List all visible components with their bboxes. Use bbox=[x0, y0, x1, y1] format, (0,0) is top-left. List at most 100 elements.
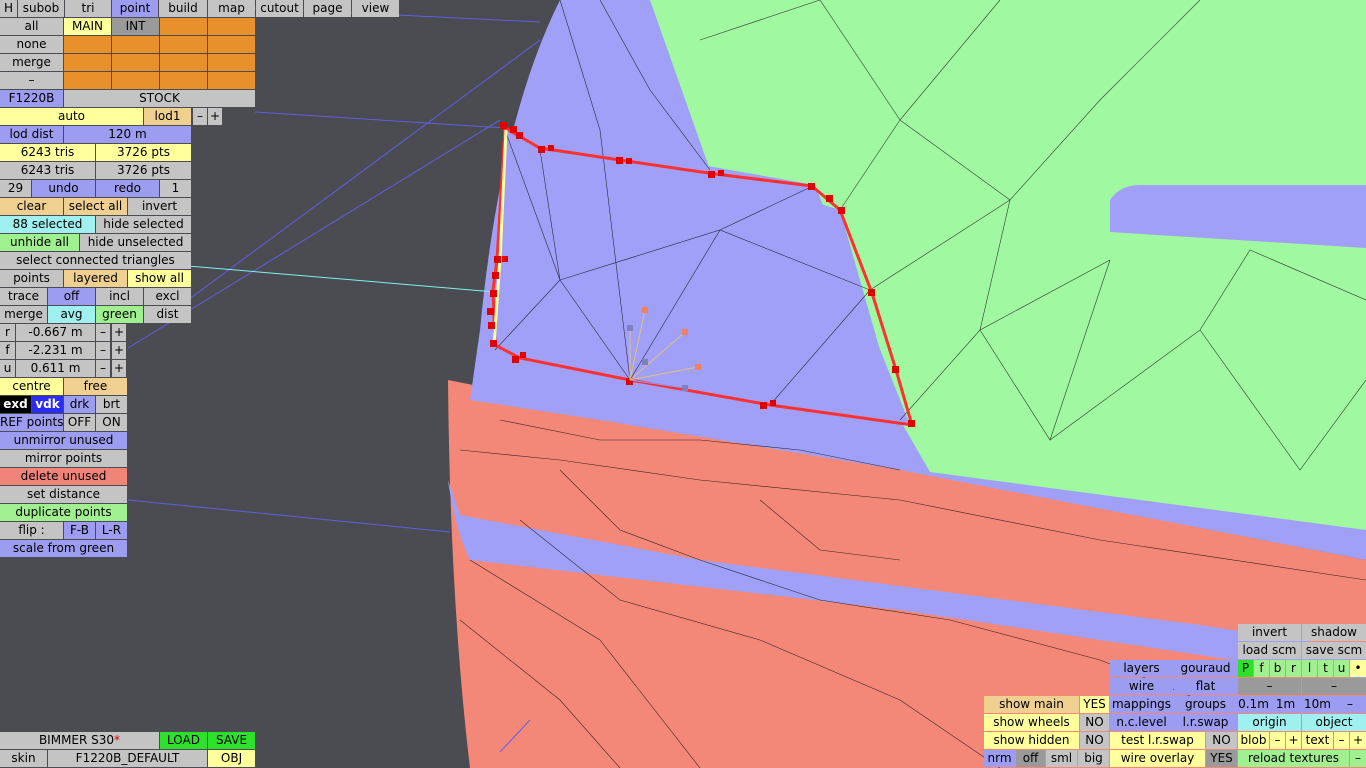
layer-cell[interactable] bbox=[208, 72, 255, 89]
layer-cell[interactable] bbox=[160, 72, 207, 89]
layer-cell[interactable] bbox=[160, 18, 207, 35]
load-button[interactable]: LOAD bbox=[160, 732, 207, 749]
menu-build[interactable]: build bbox=[159, 0, 207, 17]
blob-minus[interactable]: – bbox=[1270, 732, 1285, 749]
ref-points-off[interactable]: OFF bbox=[64, 414, 95, 431]
coord-u-value[interactable]: 0.611 m bbox=[16, 360, 95, 377]
undo-button[interactable]: undo bbox=[32, 180, 95, 197]
invert-button[interactable]: invert bbox=[1238, 624, 1301, 641]
coord-f-value[interactable]: -2.231 m bbox=[16, 342, 95, 359]
shadow-button[interactable]: shadow bbox=[1302, 624, 1366, 641]
display-brt[interactable]: brt bbox=[96, 396, 127, 413]
merge-label[interactable]: merge bbox=[0, 306, 47, 323]
load-scm-button[interactable]: load scm bbox=[1238, 642, 1301, 659]
menu-tri[interactable]: tri bbox=[65, 0, 111, 17]
big-button[interactable]: big bbox=[1078, 750, 1109, 767]
flag-t[interactable]: t bbox=[1318, 660, 1333, 677]
flag-u[interactable]: u bbox=[1334, 660, 1349, 677]
redo-button[interactable]: redo bbox=[96, 180, 159, 197]
layer-cell[interactable] bbox=[160, 36, 207, 53]
lod-dist-label[interactable]: lod dist bbox=[0, 126, 63, 143]
layer-main[interactable]: MAIN bbox=[64, 18, 111, 35]
coord-r-plus[interactable]: + bbox=[112, 324, 126, 341]
layer-cell[interactable] bbox=[112, 72, 159, 89]
text-button[interactable]: text bbox=[1302, 732, 1333, 749]
layer-all-button[interactable]: all bbox=[0, 18, 63, 35]
merge-dist[interactable]: dist bbox=[144, 306, 191, 323]
show-all-button[interactable]: show all bbox=[128, 270, 191, 287]
test-lr-swap-button[interactable]: test l.r.swap bbox=[1110, 732, 1205, 749]
show-main-value[interactable]: YES bbox=[1080, 696, 1109, 713]
show-main-button[interactable]: show main bbox=[984, 696, 1079, 713]
test-lr-swap-value[interactable]: NO bbox=[1206, 732, 1237, 749]
off-button[interactable]: off bbox=[1016, 750, 1045, 767]
layer-int[interactable]: INT bbox=[112, 18, 159, 35]
display-exd[interactable]: exd bbox=[0, 396, 31, 413]
gouraud-button[interactable]: gouraud bbox=[1174, 660, 1237, 677]
merge-green[interactable]: green bbox=[96, 306, 143, 323]
flag-dot[interactable]: • bbox=[1350, 660, 1366, 677]
select-connected-triangles-button[interactable]: select connected triangles bbox=[0, 252, 191, 269]
reload-textures-button[interactable]: reload textures bbox=[1238, 750, 1349, 767]
unhide-all-button[interactable]: unhide all bbox=[0, 234, 79, 251]
delete-unused-button[interactable]: delete unused bbox=[0, 468, 127, 485]
mirror-points-button[interactable]: mirror points bbox=[0, 450, 127, 467]
trace-label[interactable]: trace bbox=[0, 288, 47, 305]
dash-button-1[interactable]: – bbox=[1238, 678, 1301, 695]
mappings-button[interactable]: mappings bbox=[1110, 696, 1173, 713]
lod-level[interactable]: lod1 bbox=[144, 108, 191, 125]
coord-u-plus[interactable]: + bbox=[112, 360, 126, 377]
obj-button[interactable]: OBJ bbox=[208, 750, 255, 767]
save-scm-button[interactable]: save scm bbox=[1302, 642, 1366, 659]
reload-minus[interactable]: – bbox=[1350, 750, 1366, 767]
layer-cell[interactable] bbox=[64, 72, 111, 89]
show-hidden-button[interactable]: show hidden bbox=[984, 732, 1079, 749]
layer-cell[interactable] bbox=[208, 18, 255, 35]
show-hidden-value[interactable]: NO bbox=[1080, 732, 1109, 749]
sml-button[interactable]: sml bbox=[1046, 750, 1077, 767]
coord-f-minus[interactable]: – bbox=[96, 342, 110, 359]
layer-cell[interactable] bbox=[112, 54, 159, 71]
select-all-button[interactable]: select all bbox=[64, 198, 127, 215]
step-0-1m[interactable]: 0.1m bbox=[1238, 696, 1269, 713]
clear-button[interactable]: clear bbox=[0, 198, 63, 215]
ref-points-on[interactable]: ON bbox=[96, 414, 127, 431]
lod-minus[interactable]: – bbox=[193, 108, 207, 125]
set-distance-button[interactable]: set distance bbox=[0, 486, 127, 503]
menu-subob[interactable]: subob bbox=[18, 0, 64, 17]
hide-selected-button[interactable]: hide selected bbox=[96, 216, 191, 233]
layer-merge-button[interactable]: merge bbox=[0, 54, 63, 71]
flag-p[interactable]: P bbox=[1238, 660, 1253, 677]
lod-plus[interactable]: + bbox=[208, 108, 222, 125]
coord-f-plus[interactable]: + bbox=[112, 342, 126, 359]
flag-r[interactable]: r bbox=[1286, 660, 1301, 677]
unmirror-unused-button[interactable]: unmirror unused bbox=[0, 432, 127, 449]
show-wheels-value[interactable]: NO bbox=[1080, 714, 1109, 731]
layer-none-button[interactable]: none bbox=[0, 36, 63, 53]
menu-view[interactable]: view bbox=[352, 0, 399, 17]
trace-incl[interactable]: incl bbox=[96, 288, 143, 305]
menu-h[interactable]: H bbox=[0, 0, 17, 17]
layer-cell[interactable] bbox=[64, 36, 111, 53]
ref-points-label[interactable]: REF points bbox=[0, 414, 63, 431]
layer-cell[interactable] bbox=[208, 36, 255, 53]
origin-button[interactable]: origin bbox=[1238, 714, 1301, 731]
lr-swap-button[interactable]: l.r.swap bbox=[1174, 714, 1237, 731]
flag-l[interactable]: l bbox=[1302, 660, 1317, 677]
display-vdk[interactable]: vdk bbox=[32, 396, 63, 413]
text-plus[interactable]: + bbox=[1350, 732, 1366, 749]
flag-b[interactable]: b bbox=[1270, 660, 1285, 677]
step-1m[interactable]: 1m bbox=[1270, 696, 1301, 713]
points-mode[interactable]: points bbox=[0, 270, 63, 287]
blob-plus[interactable]: + bbox=[1286, 732, 1301, 749]
step-10m[interactable]: 10m bbox=[1302, 696, 1333, 713]
flat-button[interactable]: flat bbox=[1174, 678, 1237, 695]
invert-selection-button[interactable]: invert bbox=[128, 198, 191, 215]
pivot-centre[interactable]: centre bbox=[0, 378, 63, 395]
layer-cell[interactable] bbox=[64, 54, 111, 71]
layered-mode[interactable]: layered bbox=[64, 270, 127, 287]
layer-minus-button[interactable]: – bbox=[0, 72, 63, 89]
duplicate-points-button[interactable]: duplicate points bbox=[0, 504, 127, 521]
trace-excl[interactable]: excl bbox=[144, 288, 191, 305]
display-drk[interactable]: drk bbox=[64, 396, 95, 413]
